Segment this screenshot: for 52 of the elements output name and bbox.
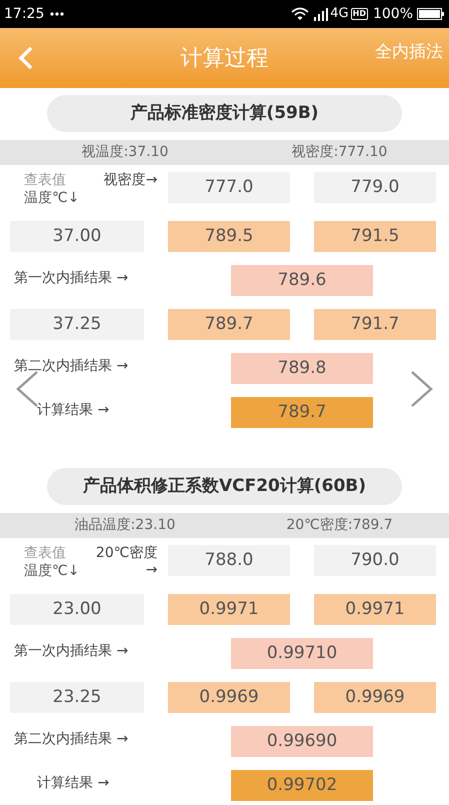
table-cell: 791.7 bbox=[314, 309, 436, 340]
info-text: 视密度:777.10 bbox=[290, 143, 388, 162]
table-cell: 791.5 bbox=[314, 221, 436, 252]
battery-icon bbox=[417, 8, 445, 20]
column-label: 视密度→ bbox=[102, 172, 158, 190]
signal-icon bbox=[314, 8, 330, 20]
info-text: 油品温度:23.10 bbox=[74, 516, 176, 535]
row-label: 第二次内插结果 → bbox=[14, 731, 128, 747]
row-label: 第一次内插结果 → bbox=[14, 643, 128, 659]
table-cell: 37.00 bbox=[10, 221, 144, 252]
clock: 17:25 bbox=[4, 4, 44, 24]
network-type: 4G bbox=[330, 5, 349, 24]
row-label: 第一次内插结果 → bbox=[14, 270, 128, 286]
table-cell: 0.9969 bbox=[314, 682, 436, 713]
final-result: 0.99702 bbox=[231, 770, 373, 801]
result-cell: 789.8 bbox=[231, 353, 373, 384]
table-cell: 789.5 bbox=[168, 221, 290, 252]
hd-badge: HD bbox=[350, 8, 368, 20]
table-cell: 789.7 bbox=[168, 309, 290, 340]
result-cell: 0.99690 bbox=[231, 726, 373, 757]
method-button[interactable]: 全内插法 bbox=[375, 40, 443, 66]
table-cell: 0.9971 bbox=[168, 594, 290, 625]
row-label: 计算结果 → bbox=[37, 402, 110, 418]
result-cell: 0.99710 bbox=[231, 638, 373, 669]
final-result: 789.7 bbox=[231, 397, 373, 428]
battery-percent: 100% bbox=[372, 4, 413, 24]
section-title: 产品标准密度计算(59B) bbox=[47, 95, 402, 132]
info-text: 20℃密度:789.7 bbox=[285, 516, 394, 535]
table-cell: 0.9971 bbox=[314, 594, 436, 625]
table-cell: 779.0 bbox=[314, 172, 436, 203]
next-icon[interactable] bbox=[409, 370, 435, 408]
info-text: 视温度:37.10 bbox=[80, 143, 170, 162]
corner-label: 温度℃↓ bbox=[24, 190, 80, 208]
result-cell: 789.6 bbox=[231, 265, 373, 296]
back-icon[interactable] bbox=[18, 46, 34, 70]
table-cell: 23.25 bbox=[10, 682, 144, 713]
table-cell: 777.0 bbox=[168, 172, 290, 203]
page-title: 计算过程 bbox=[180, 46, 268, 70]
table-cell: 0.9969 bbox=[168, 682, 290, 713]
row-label: 计算结果 → bbox=[37, 775, 110, 791]
row-label: 第二次内插结果 → bbox=[14, 358, 128, 374]
table-cell: 37.25 bbox=[10, 309, 144, 340]
table-cell: 790.0 bbox=[314, 545, 436, 576]
table-cell: 23.00 bbox=[10, 594, 144, 625]
corner-label: 查表值 bbox=[24, 172, 67, 190]
wifi-icon bbox=[291, 7, 310, 21]
column-label: 20℃密度 → bbox=[94, 545, 158, 580]
corner-label: 温度℃↓ bbox=[24, 563, 80, 581]
section-title: 产品体积修正系数VCF20计算(60B) bbox=[47, 468, 402, 505]
corner-label: 查表值 bbox=[24, 545, 67, 563]
more-notifications-icon bbox=[50, 12, 64, 16]
table-cell: 788.0 bbox=[168, 545, 290, 576]
